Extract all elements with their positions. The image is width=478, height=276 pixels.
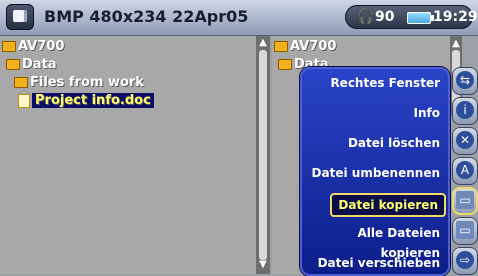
list-item[interactable]: AV700 xyxy=(2,39,64,57)
action-icons: ⇆ i ✕ A ▭ ▭ ⇨ xyxy=(452,67,478,275)
headphone-icon: 🎧 xyxy=(357,9,375,25)
document-icon xyxy=(18,93,30,108)
scroll-down-icon[interactable]: ▼ xyxy=(258,260,268,270)
folder-icon xyxy=(14,77,28,88)
file-browser-app-icon xyxy=(6,4,34,30)
menu-item-copy-all-files[interactable]: Alle Dateien kopieren xyxy=(302,223,440,260)
folder-icon xyxy=(274,41,288,52)
context-menu: Rechtes Fenster Info Datei löschen Datei… xyxy=(300,67,450,276)
list-item[interactable]: Files from work xyxy=(14,75,144,93)
list-item[interactable]: AV700 xyxy=(274,39,336,57)
move-icon[interactable]: ⇨ xyxy=(452,247,478,275)
folder-icon xyxy=(6,59,20,70)
menu-item-move-file[interactable]: Datei verschieben xyxy=(318,253,440,273)
scroll-up-icon[interactable]: ▲ xyxy=(258,38,268,48)
scroll-thumb[interactable] xyxy=(259,50,267,260)
left-pane[interactable]: AV700 Data Files from work Project info.… xyxy=(0,36,256,274)
left-scrollbar[interactable]: ▲ ▼ xyxy=(256,36,270,274)
list-item[interactable]: Data xyxy=(6,57,57,75)
status-area: 🎧 90 19:29 xyxy=(345,5,478,29)
info-icon[interactable]: i xyxy=(452,97,478,125)
folder-icon xyxy=(2,41,16,52)
window-title: BMP 480x234 22Apr05 xyxy=(44,7,249,26)
folder-icon xyxy=(278,59,292,70)
rename-icon[interactable]: A xyxy=(452,157,478,185)
volume-value: 90 xyxy=(375,9,395,25)
copy-file-icon[interactable]: ▭ xyxy=(452,187,478,215)
top-bar: BMP 480x234 22Apr05 🎧 90 19:29 xyxy=(0,0,478,36)
battery-icon xyxy=(407,12,434,24)
clock: 19:29 xyxy=(433,9,478,25)
split-view-icon[interactable]: ⇆ xyxy=(452,67,478,95)
list-item-selected[interactable]: Project info.doc xyxy=(18,93,154,111)
menu-item-delete-file[interactable]: Datei löschen xyxy=(348,133,440,153)
menu-item-info[interactable]: Info xyxy=(414,103,440,123)
menu-item-copy-file[interactable]: Datei kopieren xyxy=(330,193,446,217)
scroll-up-icon[interactable]: ▲ xyxy=(451,38,461,49)
menu-item-right-window[interactable]: Rechtes Fenster xyxy=(330,73,440,93)
copy-all-icon[interactable]: ▭ xyxy=(452,217,478,245)
menu-item-rename-file[interactable]: Datei umbenennen xyxy=(312,163,440,183)
delete-icon[interactable]: ✕ xyxy=(452,127,478,155)
